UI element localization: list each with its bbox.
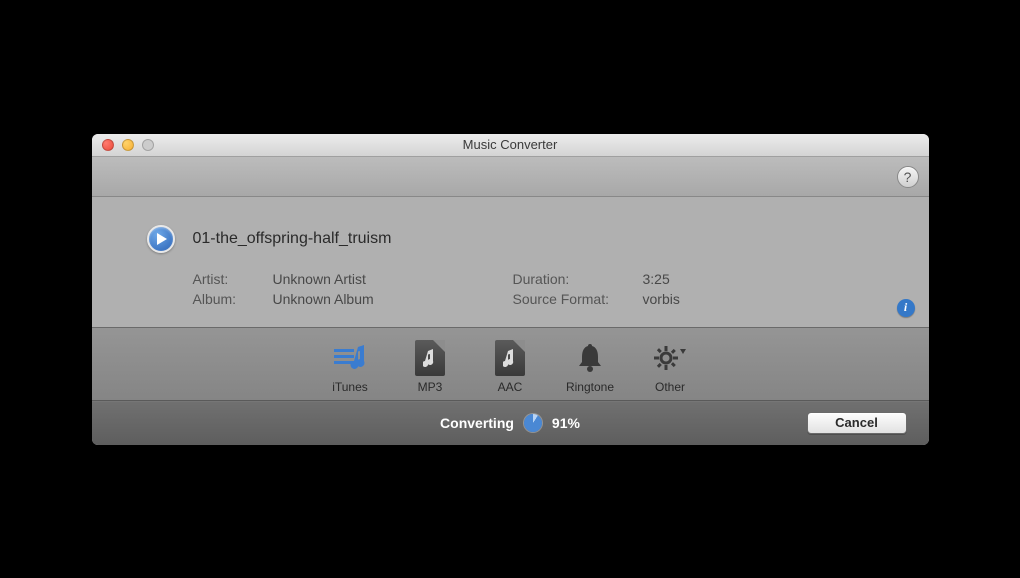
- format-other[interactable]: Other: [639, 340, 701, 394]
- content-area: 01-the_offspring-half_truism Artist: Unk…: [92, 197, 929, 327]
- close-window-button[interactable]: [102, 139, 114, 151]
- info-icon: i: [904, 300, 907, 315]
- format-aac[interactable]: AAC: [479, 340, 541, 394]
- app-window: Music Converter ? 01-the_offspring-half_…: [92, 134, 929, 445]
- progress-percent: 91%: [552, 415, 580, 431]
- source-format-label: Source Format:: [513, 291, 643, 307]
- artist-value: Unknown Artist: [273, 271, 513, 287]
- toolbar: ?: [92, 157, 929, 197]
- source-format-value: vorbis: [643, 291, 680, 307]
- format-itunes[interactable]: iTunes: [319, 340, 381, 394]
- cancel-button[interactable]: Cancel: [807, 412, 907, 434]
- artist-label: Artist:: [193, 271, 273, 287]
- zoom-window-button[interactable]: [142, 139, 154, 151]
- format-itunes-label: iTunes: [332, 380, 368, 394]
- help-icon: ?: [904, 169, 912, 185]
- info-button[interactable]: i: [897, 299, 915, 317]
- itunes-icon: [332, 340, 368, 376]
- album-label: Album:: [193, 291, 273, 307]
- format-ringtone[interactable]: Ringtone: [559, 340, 621, 394]
- titlebar: Music Converter: [92, 134, 929, 157]
- progress-status: Converting: [440, 415, 514, 431]
- chevron-down-icon: [680, 349, 686, 354]
- gear-icon: [652, 340, 688, 376]
- play-icon: [157, 233, 167, 245]
- progress-bar: Converting 91% Cancel: [92, 401, 929, 445]
- bell-icon: [572, 340, 608, 376]
- format-other-label: Other: [655, 380, 685, 394]
- format-aac-label: AAC: [498, 380, 523, 394]
- help-button[interactable]: ?: [897, 166, 919, 188]
- format-mp3[interactable]: MP3: [399, 340, 461, 394]
- traffic-lights: [92, 139, 154, 151]
- album-value: Unknown Album: [273, 291, 513, 307]
- format-mp3-label: MP3: [418, 380, 443, 394]
- track-name: 01-the_offspring-half_truism: [193, 230, 392, 248]
- mp3-file-icon: [412, 340, 448, 376]
- cancel-button-label: Cancel: [835, 415, 878, 430]
- duration-value: 3:25: [643, 271, 680, 287]
- window-title: Music Converter: [92, 137, 929, 152]
- play-button[interactable]: [147, 225, 175, 253]
- aac-file-icon: [492, 340, 528, 376]
- progress-pie-icon: [524, 414, 542, 432]
- format-ringtone-label: Ringtone: [566, 380, 614, 394]
- format-selector: iTunes MP3 AAC: [92, 327, 929, 401]
- minimize-window-button[interactable]: [122, 139, 134, 151]
- duration-label: Duration:: [513, 271, 643, 287]
